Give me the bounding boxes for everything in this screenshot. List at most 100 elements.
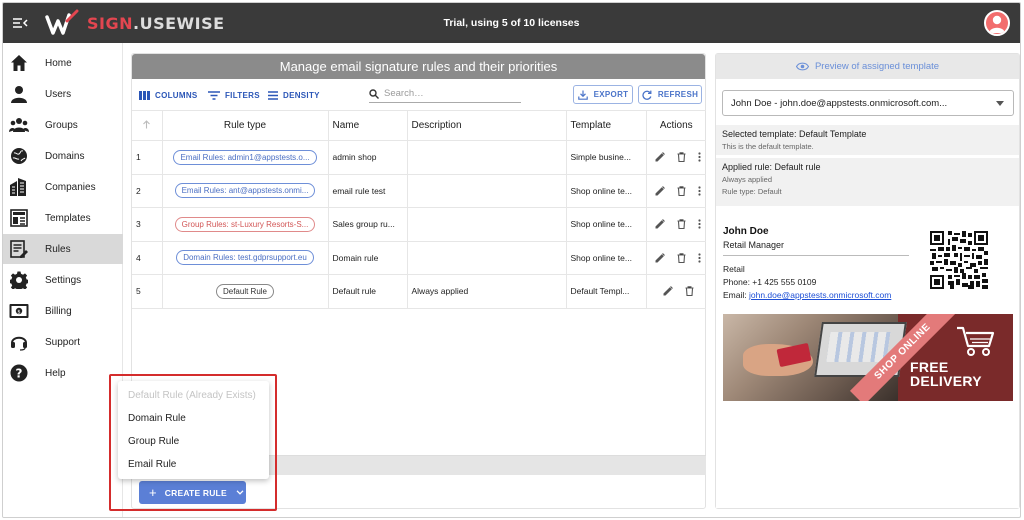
- sidebar-item-groups[interactable]: Groups: [3, 110, 123, 140]
- table-row[interactable]: 4 Domain Rules: test.gdprsupport.eu Doma…: [132, 241, 706, 275]
- delete-icon[interactable]: [677, 219, 686, 230]
- sidebar-item-label: Help: [45, 367, 66, 379]
- template-info: Selected template: Default Template This…: [716, 125, 1019, 155]
- edit-icon[interactable]: [655, 219, 666, 229]
- signature-department: Retail: [723, 264, 745, 274]
- sidebar-item-companies[interactable]: Companies: [3, 172, 123, 202]
- applied-rule-title: Applied rule: Default rule: [722, 162, 821, 172]
- rule-type-chip: Group Rules: st-Luxury Resorts-S...: [174, 216, 316, 232]
- density-button[interactable]: DENSITY: [268, 88, 320, 102]
- columns-button[interactable]: COLUMNS: [139, 88, 198, 102]
- name-cell: Domain rule: [328, 241, 408, 275]
- applied-rule-line2: Rule type: Default: [722, 187, 782, 196]
- sidebar-item-label: Groups: [45, 119, 78, 131]
- template-cell: Simple busine...: [566, 140, 647, 175]
- home-icon: [9, 53, 29, 73]
- table-row[interactable]: 1 Email Rules: admin1@appstests.o... adm…: [132, 140, 706, 175]
- search-input[interactable]: [384, 88, 514, 99]
- density-label: DENSITY: [283, 90, 320, 100]
- template-cell: Shop online te...: [566, 241, 647, 275]
- user-select[interactable]: John Doe - john.doe@appstests.onmicrosof…: [722, 90, 1014, 116]
- sort-arrow-icon[interactable]: [142, 119, 151, 129]
- sidebar-item-label: Support: [45, 336, 81, 348]
- priority-cell: 2: [132, 174, 163, 208]
- menu-item-email-rule[interactable]: Email Rule: [128, 459, 176, 470]
- export-label: EXPORT: [593, 90, 629, 99]
- more-options-icon[interactable]: [698, 253, 701, 263]
- billing-icon: $: [9, 301, 29, 321]
- density-icon: [268, 90, 278, 100]
- rule-type-chip: Default Rule: [215, 283, 275, 299]
- delete-icon[interactable]: [677, 253, 686, 263]
- table-row[interactable]: 2 Email Rules: ant@appstests.onmi... ema…: [132, 174, 706, 208]
- rule-type-chip: Domain Rules: test.gdprsupport.eu: [176, 250, 314, 266]
- name-cell: admin shop: [328, 140, 408, 175]
- filters-button[interactable]: FILTERS: [208, 88, 260, 102]
- more-options-icon[interactable]: [698, 219, 701, 229]
- sidebar-item-settings[interactable]: Settings: [3, 265, 123, 295]
- preview-panel: Preview of assigned template John Doe - …: [715, 53, 1020, 509]
- headset-icon: [9, 332, 29, 352]
- signature-job-title: Retail Manager: [723, 240, 785, 250]
- menu-item-group-rule[interactable]: Group Rule: [128, 436, 179, 447]
- sidebar-item-help[interactable]: ? Help: [3, 358, 123, 388]
- delete-icon[interactable]: [685, 286, 694, 297]
- edit-icon[interactable]: [655, 252, 666, 263]
- sidebar-item-templates[interactable]: Templates: [3, 203, 123, 233]
- priority-cell: 5: [132, 274, 163, 309]
- sidebar-item-support[interactable]: Support: [3, 327, 123, 357]
- gear-icon: [9, 270, 29, 290]
- template-cell: Default Templ...: [566, 274, 647, 309]
- description-cell: [407, 174, 567, 208]
- menu-item-default-rule: Default Rule (Already Exists): [128, 390, 256, 401]
- name-cell: Sales group ru...: [328, 207, 408, 242]
- table-row[interactable]: 5 Default Rule Default rule Always appli…: [132, 274, 706, 309]
- sidebar-item-domains[interactable]: Domains: [3, 141, 123, 171]
- actions-cell: [646, 140, 706, 175]
- dropdown-arrow-icon: [996, 101, 1004, 106]
- column-header-rule-type[interactable]: Rule type: [162, 110, 329, 141]
- sidebar-item-users[interactable]: Users: [3, 79, 123, 109]
- svg-text:?: ?: [16, 367, 23, 381]
- sidebar-item-label: Rules: [45, 243, 71, 255]
- edit-icon[interactable]: [655, 152, 666, 162]
- sidebar-item-home[interactable]: Home: [3, 48, 123, 78]
- column-header-description[interactable]: Description: [407, 110, 567, 141]
- page-title: Manage email signature rules and their p…: [132, 54, 705, 79]
- selected-template-title: Selected template: Default Template: [722, 129, 867, 139]
- column-header-template[interactable]: Template: [566, 110, 647, 141]
- column-header-actions: Actions: [646, 110, 706, 141]
- preview-label: Preview of assigned template: [814, 61, 940, 72]
- priority-column-header[interactable]: [132, 110, 163, 141]
- search-box[interactable]: [369, 85, 521, 103]
- avatar[interactable]: [984, 10, 1010, 36]
- menu-item-domain-rule[interactable]: Domain Rule: [128, 413, 186, 424]
- filter-icon: [208, 90, 220, 100]
- edit-icon[interactable]: [655, 185, 666, 196]
- refresh-button[interactable]: REFRESH: [638, 85, 702, 104]
- sidebar-item-billing[interactable]: $ Billing: [3, 296, 123, 326]
- edit-icon[interactable]: [663, 286, 673, 296]
- person-icon: [989, 15, 1005, 33]
- selected-user: John Doe - john.doe@appstests.onmicrosof…: [731, 97, 948, 109]
- preview-header[interactable]: Preview of assigned template: [716, 54, 1019, 79]
- user-icon: [9, 84, 29, 104]
- promo-banner[interactable]: SHOP ONLINE FREE DELIVERY: [723, 314, 1013, 401]
- column-header-name[interactable]: Name: [328, 110, 408, 141]
- app-window: SIGN.USEWISE Trial, using 5 of 10 licens…: [2, 2, 1021, 518]
- free-delivery-text: FREE DELIVERY: [910, 360, 982, 388]
- sidebar-item-rules[interactable]: Rules: [3, 234, 123, 264]
- grid-toolbar: COLUMNS FILTERS DENSITY EXPORT REFRESH: [132, 82, 705, 108]
- signature-email-link[interactable]: john.doe@appstests.onmicrosoft.com: [749, 290, 891, 300]
- more-options-icon[interactable]: [698, 186, 701, 196]
- delete-icon[interactable]: [677, 186, 686, 196]
- delete-icon[interactable]: [677, 152, 686, 163]
- shopping-cart-icon: [957, 326, 995, 356]
- export-button[interactable]: EXPORT: [573, 85, 633, 104]
- description-cell: [407, 207, 567, 242]
- more-options-icon[interactable]: [698, 152, 701, 162]
- filters-label: FILTERS: [225, 90, 260, 100]
- qr-code-icon: [930, 231, 988, 289]
- table-row[interactable]: 3 Group Rules: st-Luxury Resorts-S... Sa…: [132, 207, 706, 242]
- actions-cell: [646, 274, 706, 309]
